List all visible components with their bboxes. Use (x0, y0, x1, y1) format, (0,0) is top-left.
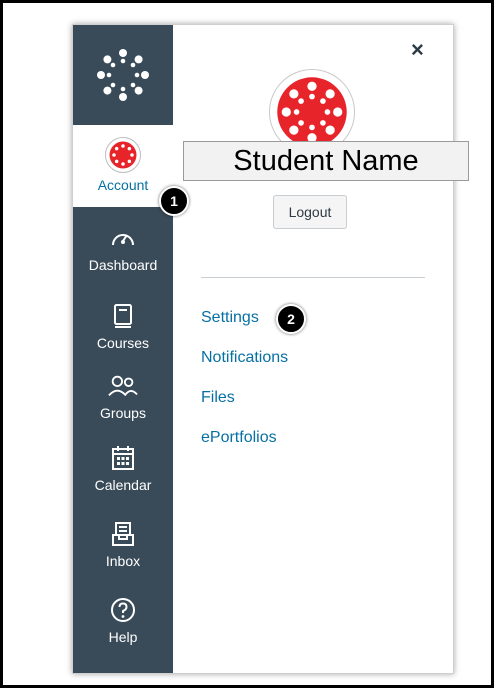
inbox-icon (108, 519, 138, 549)
notifications-link[interactable]: Notifications (201, 349, 288, 367)
logout-button[interactable]: Logout (273, 195, 347, 229)
step-marker-2: 2 (276, 304, 306, 334)
canvas-logo-red-icon (109, 141, 137, 169)
nav-dashboard-label: Dashboard (88, 257, 158, 273)
book-icon (108, 301, 138, 331)
nav-item-inbox[interactable]: Inbox (73, 519, 173, 569)
nav-calendar-label: Calendar (94, 477, 152, 493)
account-tray-panel: Account Dashboard Courses Groups Calenda… (72, 24, 469, 674)
user-name: Student Name (183, 141, 469, 181)
nav-courses-label: Courses (96, 335, 150, 351)
global-navigation: Account Dashboard Courses Groups Calenda… (73, 25, 173, 673)
settings-link[interactable]: Settings (201, 309, 259, 327)
nav-item-account[interactable]: Account (73, 125, 173, 207)
calendar-icon (108, 443, 138, 473)
nav-item-courses[interactable]: Courses (73, 301, 173, 351)
groups-icon (108, 371, 138, 401)
canvas-logo[interactable] (73, 25, 173, 125)
nav-item-dashboard[interactable]: Dashboard (73, 223, 173, 273)
canvas-logo-red-large-icon (277, 77, 347, 147)
nav-item-groups[interactable]: Groups (73, 371, 173, 421)
nav-help-label: Help (108, 629, 138, 645)
close-icon[interactable]: × (411, 37, 424, 63)
step-marker-1: 1 (159, 186, 189, 216)
nav-item-help[interactable]: Help (73, 595, 173, 645)
files-link[interactable]: Files (201, 389, 235, 407)
tray-divider (201, 277, 425, 278)
nav-groups-label: Groups (100, 405, 146, 421)
nav-item-calendar[interactable]: Calendar (73, 443, 173, 493)
eportfolios-link[interactable]: ePortfolios (201, 429, 277, 447)
help-icon (108, 595, 138, 625)
nav-inbox-label: Inbox (105, 553, 141, 569)
nav-account-label: Account (97, 177, 149, 193)
canvas-logo-icon (97, 49, 149, 101)
dashboard-gauge-icon (108, 223, 138, 253)
account-avatar (105, 137, 141, 173)
